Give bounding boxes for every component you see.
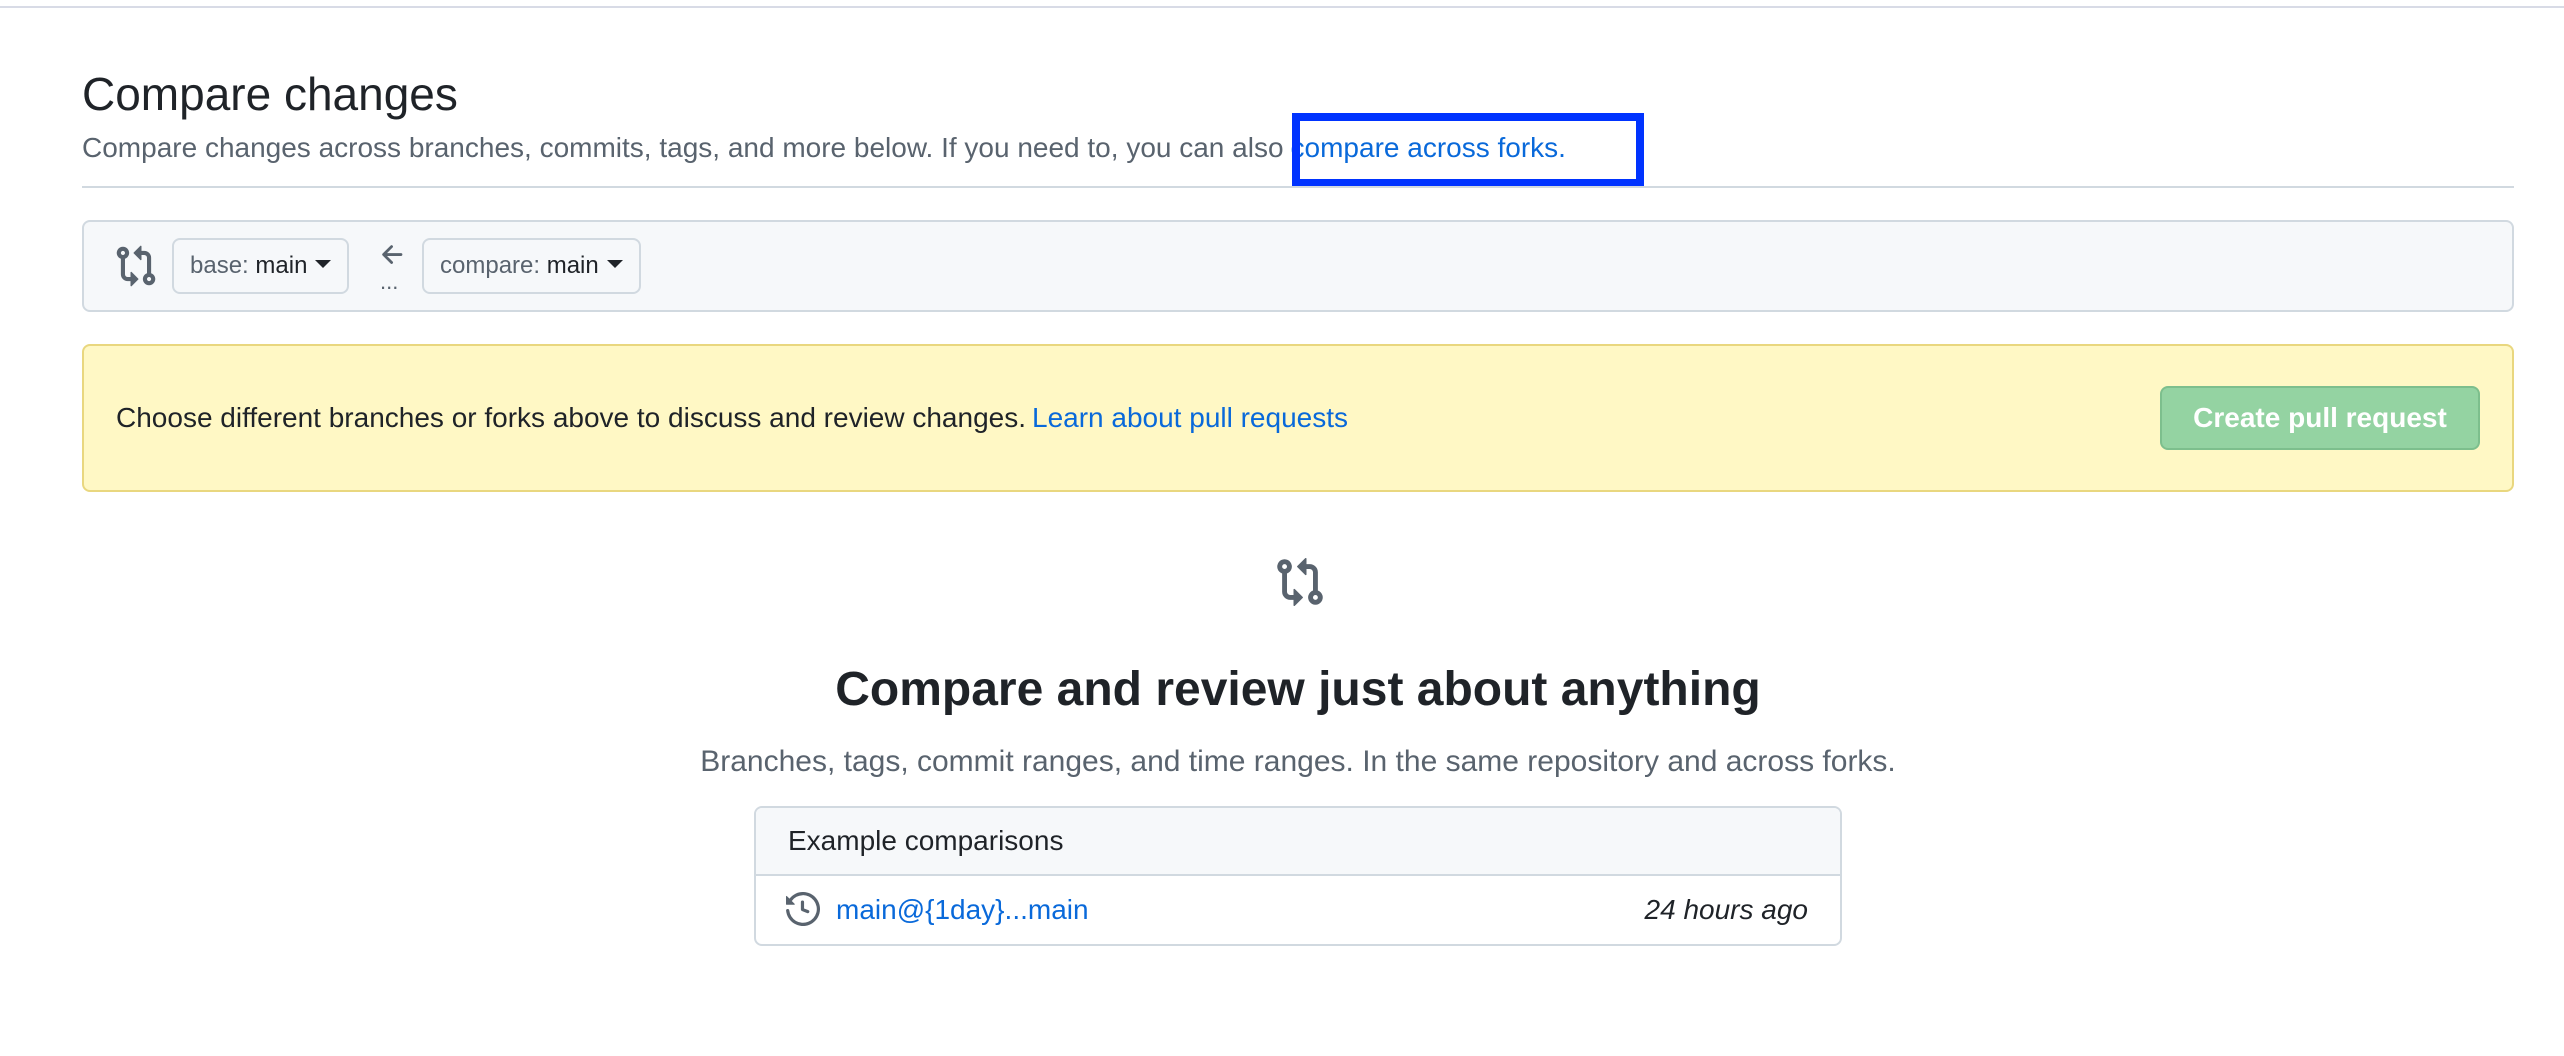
subtitle-text: Compare changes across branches, commits… (82, 132, 1284, 163)
blankslate-heading: Compare and review just about anything (835, 663, 1761, 716)
range-editor: base: main ... compare: main (82, 220, 2514, 312)
git-compare-icon (1277, 557, 1323, 607)
caret-down-icon (315, 259, 332, 268)
blankslate-description: Branches, tags, commit ranges, and time … (700, 745, 1896, 778)
create-pull-request-button[interactable]: Create pull request (2160, 386, 2480, 450)
compare-branch-name: main (546, 252, 599, 279)
example-comparisons: Example comparisons main@{1day}...main 2… (754, 806, 1842, 946)
example-comparisons-header: Example comparisons (756, 808, 1840, 876)
example-comparison-link[interactable]: main@{1day}...main (836, 892, 1089, 928)
compare-across-forks-link[interactable]: compare across forks. (1285, 132, 1572, 163)
header-divider (82, 186, 2514, 188)
compare-notice: Choose different branches or forks above… (82, 344, 2514, 492)
arrow-left-icon (382, 245, 403, 264)
range-arrow: ... (374, 240, 414, 300)
compare-prefix: compare: (440, 252, 541, 279)
page-title: Compare changes (82, 68, 458, 120)
history-icon (786, 892, 820, 926)
range-dots: ... (380, 269, 399, 294)
page-subtitle: Compare changes across branches, commits… (82, 130, 1572, 166)
compare-page: Compare changes Compare changes across b… (82, 0, 2514, 1056)
base-prefix: base: (190, 252, 249, 279)
notice-message: Choose different branches or forks above… (116, 400, 1348, 436)
base-branch-name: main (255, 252, 308, 279)
compare-branch-button[interactable]: compare: main (422, 238, 641, 294)
learn-about-pull-requests-link[interactable]: Learn about pull requests (1032, 402, 1348, 433)
notice-text: Choose different branches or forks above… (116, 402, 1026, 433)
list-item: main@{1day}...main 24 hours ago (756, 876, 1840, 944)
caret-down-icon (606, 259, 623, 268)
example-comparison-time: 24 hours ago (1644, 894, 1808, 925)
base-branch-button[interactable]: base: main (172, 238, 350, 294)
git-compare-icon (116, 245, 156, 287)
